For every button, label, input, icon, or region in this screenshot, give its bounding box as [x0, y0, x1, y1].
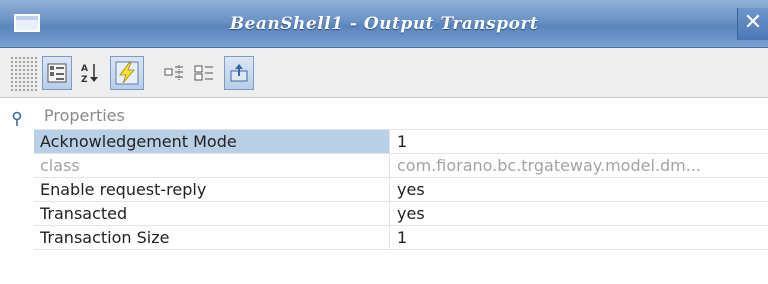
properties-section-label: Properties	[44, 106, 125, 125]
close-button[interactable]: ✕	[737, 8, 768, 40]
property-name: Acknowledgement Mode	[34, 130, 390, 153]
property-row-acknowledgement-mode[interactable]: Acknowledgement Mode 1	[34, 130, 768, 154]
lightning-icon	[115, 61, 139, 85]
sort-alphabetical-icon: A Z	[81, 64, 98, 84]
toolbar-grip[interactable]	[10, 56, 38, 92]
title-bar: BeanShell1 - Output Transport ✕	[0, 0, 768, 48]
pin-icon[interactable]	[10, 111, 24, 127]
categorized-view-icon	[47, 63, 67, 83]
expand-all-icon	[194, 65, 213, 81]
window-title: BeanShell1 - Output Transport	[229, 14, 539, 34]
export-icon	[230, 64, 248, 82]
svg-text:A: A	[81, 64, 88, 74]
property-name: Transacted	[34, 202, 390, 225]
svg-text:Z: Z	[81, 75, 88, 84]
toolbar: A Z	[0, 48, 768, 98]
property-value[interactable]: 1	[391, 130, 768, 153]
property-row-class[interactable]: class com.fiorano.bc.trgateway.model.dm.…	[34, 154, 768, 178]
show-description-icon	[164, 65, 183, 81]
property-value[interactable]: yes	[391, 178, 768, 201]
sort-alphabetical-button[interactable]: A Z	[76, 56, 104, 90]
property-value[interactable]: yes	[391, 202, 768, 225]
property-value[interactable]: 1	[391, 226, 768, 249]
categorized-view-button[interactable]	[42, 56, 72, 90]
property-row-transacted[interactable]: Transacted yes	[34, 202, 768, 226]
export-button[interactable]	[224, 56, 254, 90]
property-row-transaction-size[interactable]: Transaction Size 1	[34, 226, 768, 250]
property-name: class	[34, 154, 390, 177]
show-description-button[interactable]	[160, 56, 188, 90]
property-value[interactable]: com.fiorano.bc.trgateway.model.dm...	[391, 154, 768, 177]
expand-all-button[interactable]	[190, 56, 218, 90]
property-name: Transaction Size	[34, 226, 390, 249]
lightning-button[interactable]	[110, 56, 144, 90]
property-grid: Acknowledgement Mode 1 class com.fiorano…	[34, 129, 768, 250]
properties-section-header[interactable]: Properties	[0, 104, 768, 128]
property-grid-margin	[0, 128, 34, 284]
property-name: Enable request-reply	[34, 178, 390, 201]
property-row-enable-request-reply[interactable]: Enable request-reply yes	[34, 178, 768, 202]
